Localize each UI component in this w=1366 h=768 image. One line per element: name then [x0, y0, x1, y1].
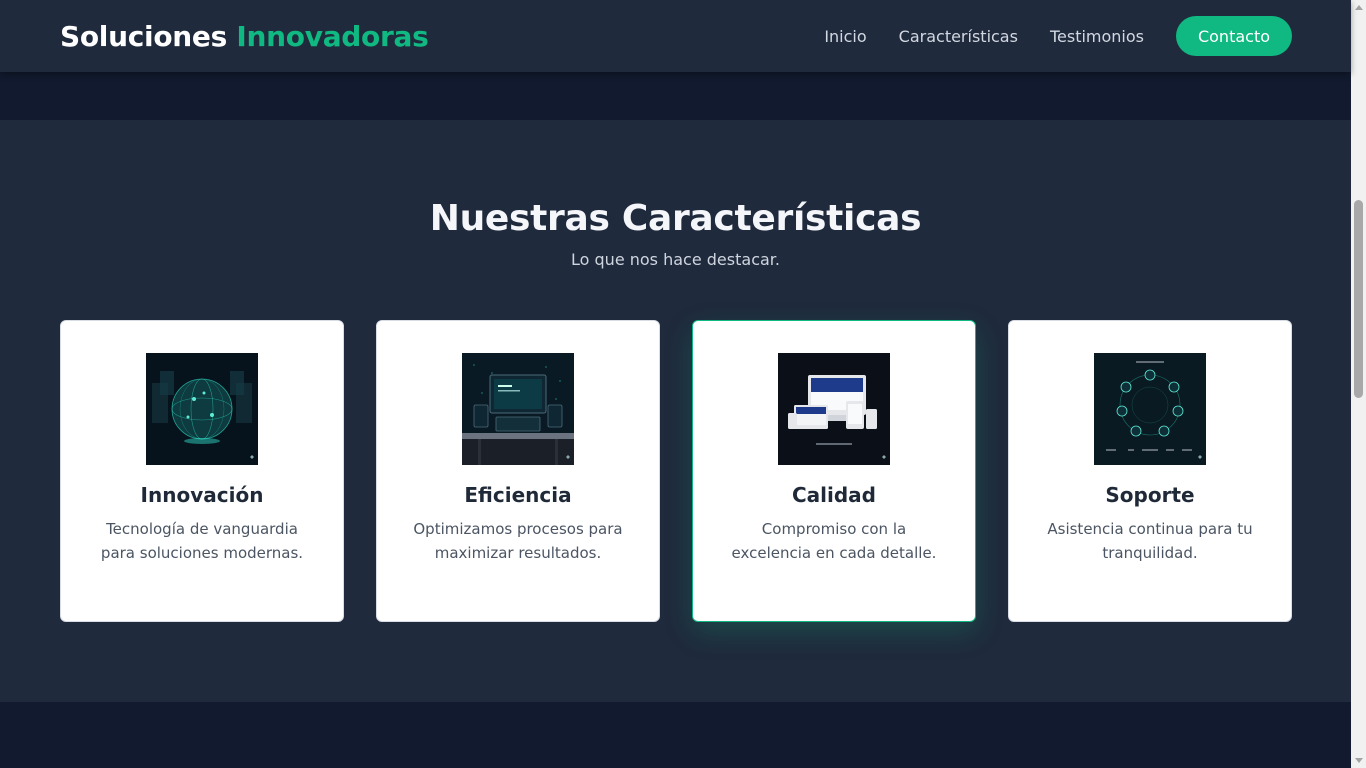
card-title: Calidad [791, 483, 876, 507]
nav-link-inicio[interactable]: Inicio [824, 27, 866, 46]
card-description: Optimizamos procesos para maximizar resu… [413, 520, 623, 562]
card-description: Asistencia continua para tu tranquilidad… [1047, 520, 1253, 562]
scrollbar-thumb[interactable] [1354, 200, 1363, 398]
scroll-up-arrow-icon[interactable] [1355, 5, 1363, 10]
contact-button[interactable]: Contacto [1176, 16, 1292, 56]
nav-link-caracteristicas[interactable]: Características [899, 27, 1018, 46]
nav-link-testimonios[interactable]: Testimonios [1050, 27, 1144, 46]
scroll-down-arrow-icon[interactable] [1355, 758, 1363, 763]
next-section [0, 702, 1351, 768]
card-title: Soporte [1105, 483, 1195, 507]
top-band [0, 72, 1351, 120]
card-description: Tecnología de vanguardia para soluciones… [100, 520, 304, 562]
feature-card-soporte: Soporte Asistencia continua para tu tran… [1008, 320, 1292, 622]
logo[interactable]: Soluciones Innovadoras [60, 19, 429, 53]
logo-accent: Innovadoras [236, 19, 429, 53]
logo-text: Soluciones [60, 19, 227, 53]
section-subtitle: Lo que nos hace destacar. [571, 250, 780, 269]
main-nav: Inicio Características Testimonios Conta… [792, 16, 1292, 56]
card-title: Innovación [140, 483, 264, 507]
section-title: Nuestras Características [429, 198, 922, 239]
responsive-devices-image [778, 353, 890, 465]
card-description: Compromiso con la excelencia en cada det… [731, 520, 937, 562]
feature-card-calidad: Calidad Compromiso con la excelencia en … [692, 320, 976, 622]
globe-network-image [146, 353, 258, 465]
feature-card-eficiencia: Eficiencia Optimizamos procesos para max… [376, 320, 660, 622]
page-scrollbar[interactable] [1351, 0, 1366, 768]
navbar: Soluciones Innovadoras Inicio Caracterís… [0, 0, 1351, 72]
workstation-devices-image [462, 353, 574, 465]
feature-card-innovacion: Innovación Tecnología de vanguardia para… [60, 320, 344, 622]
card-title: Eficiencia [464, 483, 572, 507]
technology-circle-image [1094, 353, 1206, 465]
